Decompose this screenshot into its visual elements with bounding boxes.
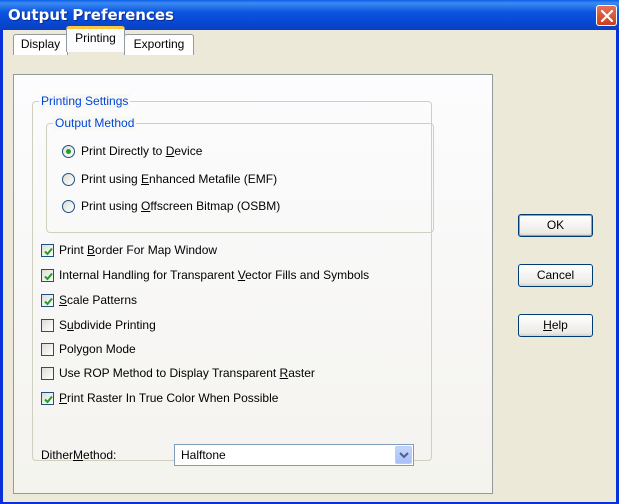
radio-label: Print Directly to Device <box>81 144 203 158</box>
checkbox-indicator[interactable] <box>41 268 54 282</box>
radio-print-directly[interactable]: Print Directly to Device <box>62 142 202 160</box>
checkbox-print-raster-true-color[interactable]: Print Raster In True Color When Possible <box>41 389 278 407</box>
checkbox-indicator[interactable] <box>41 243 54 257</box>
output-method-title: Output Method <box>53 116 137 130</box>
checkbox-indicator[interactable] <box>41 391 54 405</box>
checkbox-print-border[interactable]: Print Border For Map Window <box>41 241 217 259</box>
radio-label: Print using Enhanced Metafile (EMF) <box>81 172 278 186</box>
dropdown-arrow-button[interactable] <box>395 446 412 464</box>
tab-printing[interactable]: Printing <box>66 26 125 52</box>
checkbox-rop-method[interactable]: Use ROP Method to Display Transparent Ra… <box>41 364 315 382</box>
dialog-body: Display Printing Exporting Printing Sett… <box>3 26 616 502</box>
checkbox-indicator[interactable] <box>41 293 54 307</box>
radio-label: Print using Offscreen Bitmap (OSBM) <box>81 199 281 213</box>
checkbox-label: Scale Patterns <box>59 293 138 307</box>
printing-settings-title: Printing Settings <box>39 94 131 108</box>
tab-display[interactable]: Display <box>13 34 68 55</box>
checkbox-label: Internal Handling for Transparent Vector… <box>59 268 370 282</box>
checkbox-indicator[interactable] <box>41 366 54 380</box>
help-button-label: Help <box>543 318 568 332</box>
tab-printing-label: Printing <box>75 31 116 45</box>
dither-method-label: Dither Method: <box>41 448 117 462</box>
checkbox-label: Print Border For Map Window <box>59 243 218 257</box>
dialog-window: Output Preferences Display Printing Expo… <box>0 0 619 504</box>
checkbox-polygon-mode[interactable]: Polygon Mode <box>41 340 136 358</box>
checkmark-icon <box>44 395 53 403</box>
printing-tab-panel: Printing Settings Output Method Print Di… <box>13 74 493 494</box>
ok-button[interactable]: OK <box>518 214 593 237</box>
close-button[interactable] <box>596 5 617 26</box>
cancel-button[interactable]: Cancel <box>518 264 593 287</box>
checkmark-icon <box>44 247 53 255</box>
tab-exporting-label: Exporting <box>133 37 185 51</box>
checkbox-indicator[interactable] <box>41 342 54 356</box>
radio-indicator[interactable] <box>62 144 75 158</box>
window-title: Output Preferences <box>8 6 174 24</box>
checkmark-icon <box>44 272 53 280</box>
radio-indicator[interactable] <box>62 199 75 213</box>
checkbox-label: Use ROP Method to Display Transparent Ra… <box>59 366 315 380</box>
chevron-down-icon <box>399 452 409 459</box>
help-button[interactable]: Help <box>518 314 593 337</box>
checkmark-icon <box>44 297 53 305</box>
checkbox-internal-handling[interactable]: Internal Handling for Transparent Vector… <box>41 266 369 284</box>
cancel-button-label: Cancel <box>536 268 575 282</box>
close-icon <box>601 10 613 22</box>
checkbox-scale-patterns[interactable]: Scale Patterns <box>41 291 137 309</box>
checkbox-indicator[interactable] <box>41 318 54 332</box>
checkbox-label: Subdivide Printing <box>59 318 156 332</box>
radio-print-emf[interactable]: Print using Enhanced Metafile (EMF) <box>62 170 277 188</box>
radio-indicator[interactable] <box>62 172 75 186</box>
tab-display-label: Display <box>20 37 61 51</box>
dither-method-value: Halftone <box>181 448 226 462</box>
radio-print-osbm[interactable]: Print using Offscreen Bitmap (OSBM) <box>62 197 280 215</box>
dither-method-select[interactable]: Halftone <box>174 444 414 466</box>
checkbox-label: Print Raster In True Color When Possible <box>59 391 279 405</box>
checkbox-subdivide-printing[interactable]: Subdivide Printing <box>41 316 156 334</box>
ok-button-label: OK <box>546 218 565 232</box>
checkbox-label: Polygon Mode <box>59 342 136 356</box>
tab-exporting[interactable]: Exporting <box>124 34 194 55</box>
